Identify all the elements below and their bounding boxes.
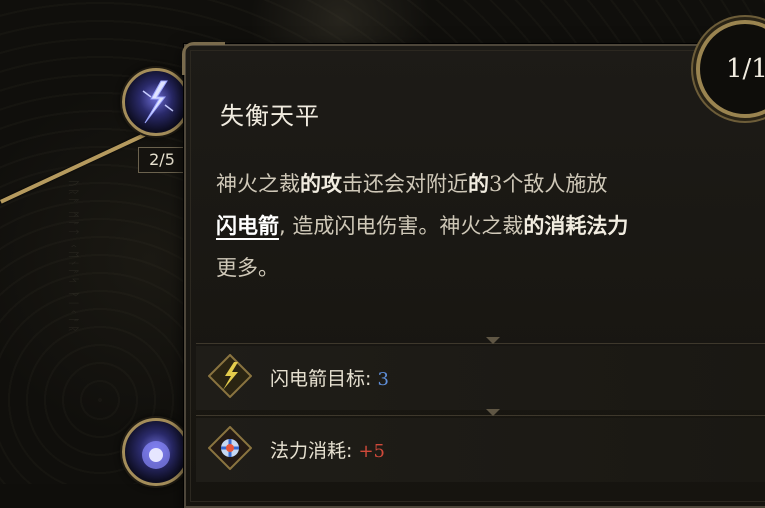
stat-value: +5: [358, 441, 385, 462]
stat-label: 闪电箭目标: 3: [270, 364, 389, 391]
lightning-bolt-icon: [208, 354, 252, 398]
desc-number: 3: [489, 172, 503, 196]
skill-rank: 2/5: [138, 147, 186, 173]
rune-inscription: ᚢᚱᚨ ᛗᚨᛏ ᚲᛖᚾᚨᛋ ᚹᛁᚲᚨᚱ: [67, 180, 80, 335]
mana-rune-icon: [208, 426, 252, 470]
desc-keyword-mana-cost: 的消耗法力: [523, 214, 629, 238]
desc-text: 更多。: [216, 256, 279, 280]
skill-node-orb[interactable]: [122, 418, 190, 486]
skill-node-lightning[interactable]: [122, 68, 190, 136]
stat-row-bolt-targets: 闪电箭目标: 3: [196, 346, 765, 410]
tooltip-title: 失衡天平: [220, 102, 320, 130]
desc-text: 击还会对附近: [342, 172, 468, 196]
stat-row-mana-cost: 法力消耗: +5: [196, 418, 765, 482]
desc-skill-name: 神火之裁: [216, 172, 300, 196]
lightning-icon: [142, 80, 174, 124]
stat-value: 3: [377, 369, 389, 390]
desc-text: 个敌人施放: [502, 172, 608, 196]
divider: [196, 337, 765, 344]
divider: [196, 409, 765, 416]
stat-label: 法力消耗: +5: [270, 436, 385, 463]
corner-ornament: [182, 42, 225, 75]
desc-keyword-attack: 的攻: [300, 172, 342, 196]
orb-icon: [142, 441, 170, 469]
stat-name: 法力消耗:: [270, 440, 353, 462]
desc-text: , 造成闪电伤害。神火之裁: [279, 214, 524, 238]
desc-keyword-of: 的: [468, 172, 489, 196]
stat-name: 闪电箭目标:: [270, 368, 372, 390]
skill-tooltip: 失衡天平 神火之裁的攻击还会对附近的3个敌人施放 闪电箭, 造成闪电伤害。神火之…: [182, 42, 765, 508]
tooltip-description: 神火之裁的攻击还会对附近的3个敌人施放 闪电箭, 造成闪电伤害。神火之裁的消耗法…: [216, 163, 761, 289]
desc-keyword-lightning-bolt[interactable]: 闪电箭: [216, 214, 279, 238]
